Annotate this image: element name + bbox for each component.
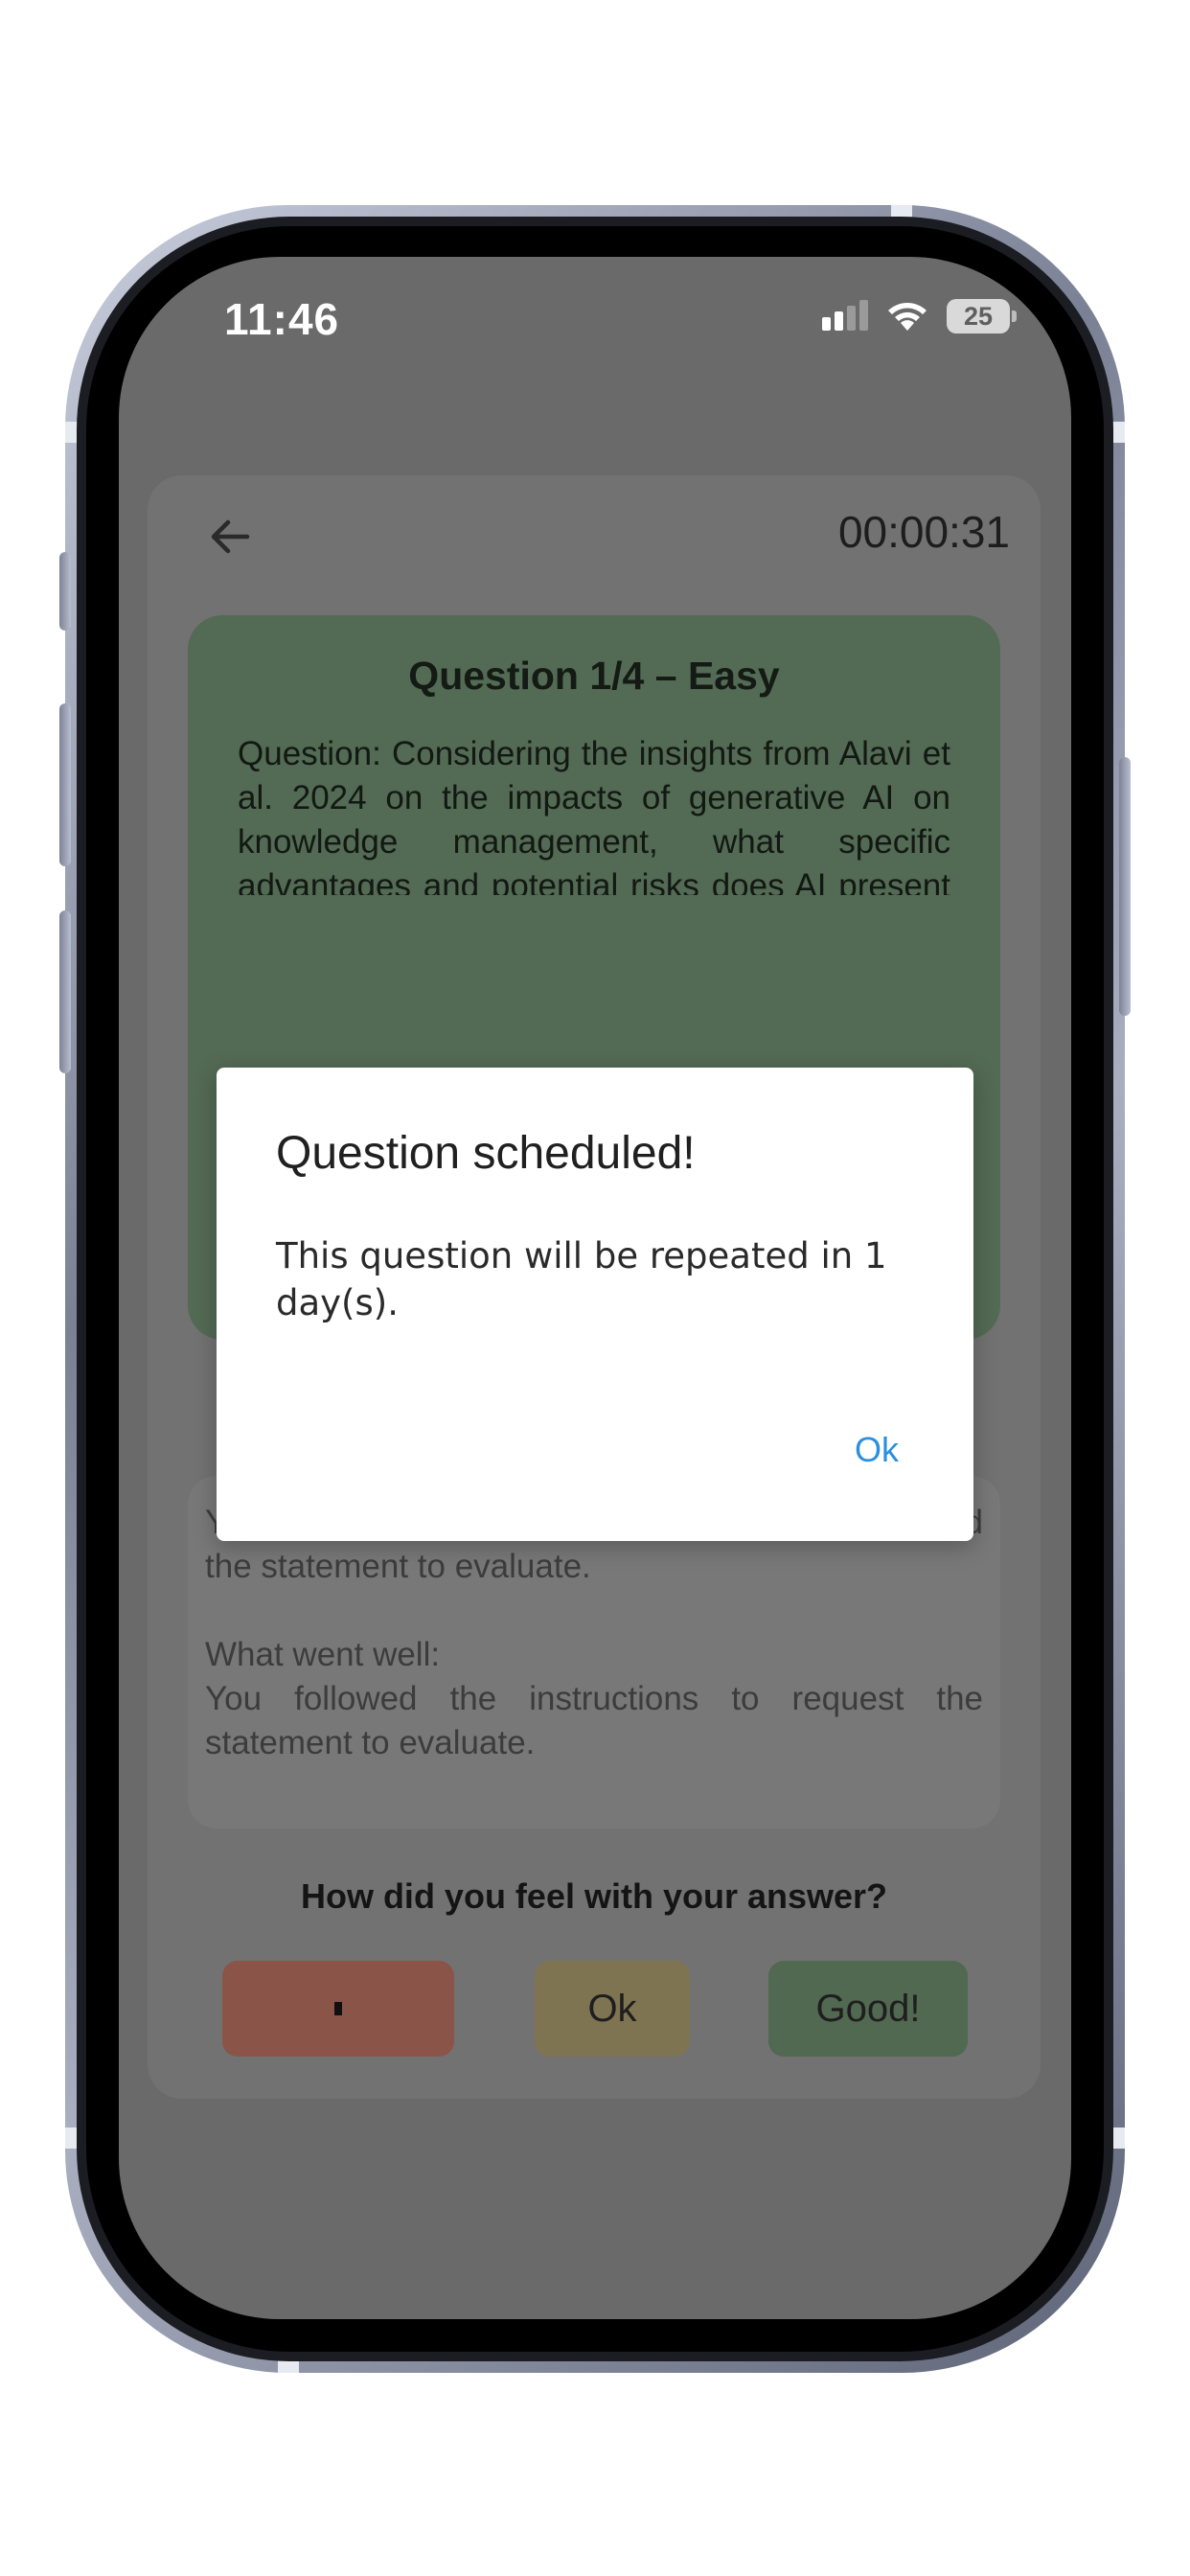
- battery-icon: 25: [947, 299, 1017, 334]
- dialog-title: Question scheduled!: [276, 1128, 696, 1179]
- wifi-icon: [888, 303, 927, 331]
- power-button: [1119, 757, 1131, 1016]
- dialog-message: This question will be repeated in 1 day(…: [276, 1235, 887, 1323]
- cellular-signal-icon: [822, 300, 868, 331]
- question-title: Question 1/4 – Easy: [408, 654, 780, 698]
- volume-up-button: [59, 703, 71, 866]
- rate-good-button[interactable]: Good!: [768, 1961, 968, 2057]
- timer: 00:00:31: [837, 507, 1010, 557]
- feel-question: How did you feel with your answer?: [300, 1876, 888, 1916]
- scheduled-dialog: Question scheduled! This question will b…: [217, 1068, 973, 1541]
- rate-bad-button[interactable]: [222, 1961, 454, 2057]
- status-icons: 25: [820, 299, 1017, 334]
- volume-down-button: [59, 910, 71, 1073]
- status-time: 11:46: [224, 294, 340, 344]
- screen: 11:46 25 00:00:31 Question 1/4 – Easy Qu…: [119, 257, 1071, 2319]
- action-button: [59, 552, 71, 631]
- question-text: Question: Considering the insights from …: [238, 735, 950, 895]
- rate-ok-button[interactable]: Ok: [535, 1961, 690, 2057]
- bad-label-mark: [334, 2002, 342, 2015]
- dialog-ok-button[interactable]: Ok: [855, 1430, 899, 1470]
- arrow-left-icon[interactable]: [205, 512, 255, 562]
